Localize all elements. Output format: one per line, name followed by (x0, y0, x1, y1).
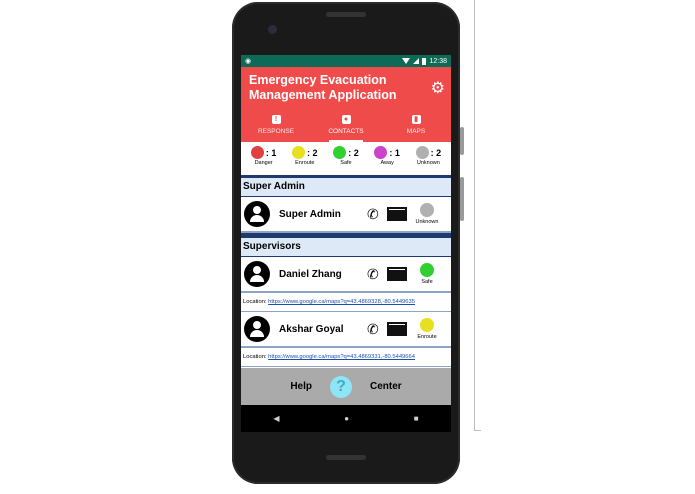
location-row: Location: https://www.google.ca/maps?q=4… (241, 293, 451, 312)
unknown-dot-icon (415, 146, 429, 159)
status-enroute[interactable]: : 2 Enroute (292, 146, 318, 166)
status-bar: ◉ 12:38 (241, 55, 451, 67)
status-count: : 1 (389, 147, 400, 158)
location-link[interactable]: https://www.google.ca/maps?q=43.4869328,… (268, 299, 415, 305)
tab-label: MAPS (406, 128, 426, 135)
tab-bar: ! RESPONSE ● CONTACTS ▮ MAPS (241, 111, 451, 142)
app-title: Emergency Evacuation Management Applicat… (249, 73, 397, 102)
status-summary: : 1 Danger : 2 Enroute : 2 Safe: 1 Away… (241, 142, 451, 178)
signal-icon (413, 58, 420, 64)
home-icon[interactable]: ● (344, 414, 349, 423)
help-icon[interactable]: ? (329, 375, 352, 398)
wifi-icon (402, 58, 411, 64)
center-label: Center (369, 381, 402, 392)
contact-name: Super Admin (279, 208, 341, 220)
phone-icon[interactable]: ✆ (367, 321, 385, 338)
tab-contacts[interactable]: ● CONTACTS (311, 111, 381, 142)
location-label: Location: (243, 299, 267, 305)
safe-dot-icon (333, 146, 347, 159)
message-icon[interactable] (387, 267, 407, 281)
enroute-dot-icon (420, 318, 434, 332)
status-time: 12:38 (429, 57, 447, 65)
tab-response[interactable]: ! RESPONSE (241, 111, 311, 142)
location-row: Location: https://www.google.ca/maps?q=4… (241, 348, 451, 367)
map-icon: ▮ (411, 115, 421, 124)
danger-dot-icon (250, 146, 264, 159)
location-label: Location: (243, 354, 267, 360)
app-header: Emergency Evacuation Management Applicat… (241, 67, 451, 142)
battery-icon (422, 57, 427, 65)
message-icon[interactable] (387, 207, 407, 221)
status-label: Unknown (415, 219, 439, 225)
section-header-supervisors: Supervisors (241, 238, 451, 257)
status-label: Danger (254, 160, 273, 166)
contact-name: Akshar Goyal (279, 323, 344, 335)
contact-status: Unknown (413, 203, 441, 225)
unknown-dot-icon (420, 203, 434, 217)
status-label: Unknown (416, 160, 440, 166)
status-count: : 1 (265, 147, 277, 158)
status-count: : 2 (430, 147, 442, 158)
top-speaker (326, 12, 366, 17)
location-link[interactable]: https://www.google.ca/maps?q=43.4869331,… (268, 354, 415, 360)
bottom-speaker (326, 455, 366, 460)
contact-status: Enroute (413, 318, 441, 340)
safe-dot-icon (420, 263, 434, 277)
avatar-icon (244, 261, 270, 287)
system-nav-bar: ◀ ● ■ (241, 405, 451, 432)
back-icon[interactable]: ◀ (273, 414, 279, 423)
contact-row[interactable]: Super Admin ✆ Unknown (241, 197, 451, 233)
tab-maps[interactable]: ▮ MAPS (381, 111, 451, 142)
help-center-bar[interactable]: Help ? Center (241, 368, 451, 405)
power-button (460, 127, 464, 155)
contact-row[interactable]: Daniel Zhang ✆ Safe (241, 257, 451, 293)
status-danger[interactable]: : 1 Danger (250, 146, 277, 166)
contact-status: Safe (413, 263, 441, 285)
status-safe[interactable]: : 2 Safe (333, 146, 359, 166)
recent-apps-icon[interactable]: ■ (414, 414, 419, 423)
tab-label: RESPONSE (257, 128, 295, 135)
contact-name: Daniel Zhang (279, 268, 342, 280)
volume-button (460, 177, 464, 221)
phone-icon[interactable]: ✆ (367, 206, 385, 223)
avatar-icon (244, 316, 270, 342)
status-unknown[interactable]: : 2 Unknown (415, 146, 442, 166)
help-label: Help (290, 381, 312, 392)
app-screen: ◉ 12:38 Emergency Evacuation Management … (241, 55, 451, 432)
enroute-dot-icon (292, 146, 306, 159)
contacts-icon: ● (341, 115, 351, 124)
phone-icon[interactable]: ✆ (367, 266, 385, 283)
status-label: Enroute (417, 334, 437, 340)
gear-icon[interactable]: ⚙ (431, 78, 445, 98)
tab-label: CONTACTS (328, 128, 364, 135)
front-camera (268, 25, 277, 34)
status-away[interactable]: : 1 Away (374, 146, 400, 166)
status-count: : 2 (307, 147, 318, 158)
avatar-icon (244, 201, 270, 227)
status-label: Away (380, 160, 394, 166)
section-header-super-admin: Super Admin (241, 178, 451, 197)
alert-icon: ! (271, 115, 281, 124)
status-count: : 2 (348, 147, 359, 158)
status-label: Safe (421, 279, 433, 285)
window-edge (474, 0, 481, 431)
notification-icon: ◉ (245, 58, 252, 65)
status-label: Enroute (295, 160, 315, 166)
contact-row[interactable]: Akshar Goyal ✆ Enroute (241, 312, 451, 348)
away-dot-icon (374, 146, 388, 159)
status-label: Safe (340, 160, 352, 166)
message-icon[interactable] (387, 322, 407, 336)
phone-frame: ◉ 12:38 Emergency Evacuation Management … (232, 2, 464, 484)
